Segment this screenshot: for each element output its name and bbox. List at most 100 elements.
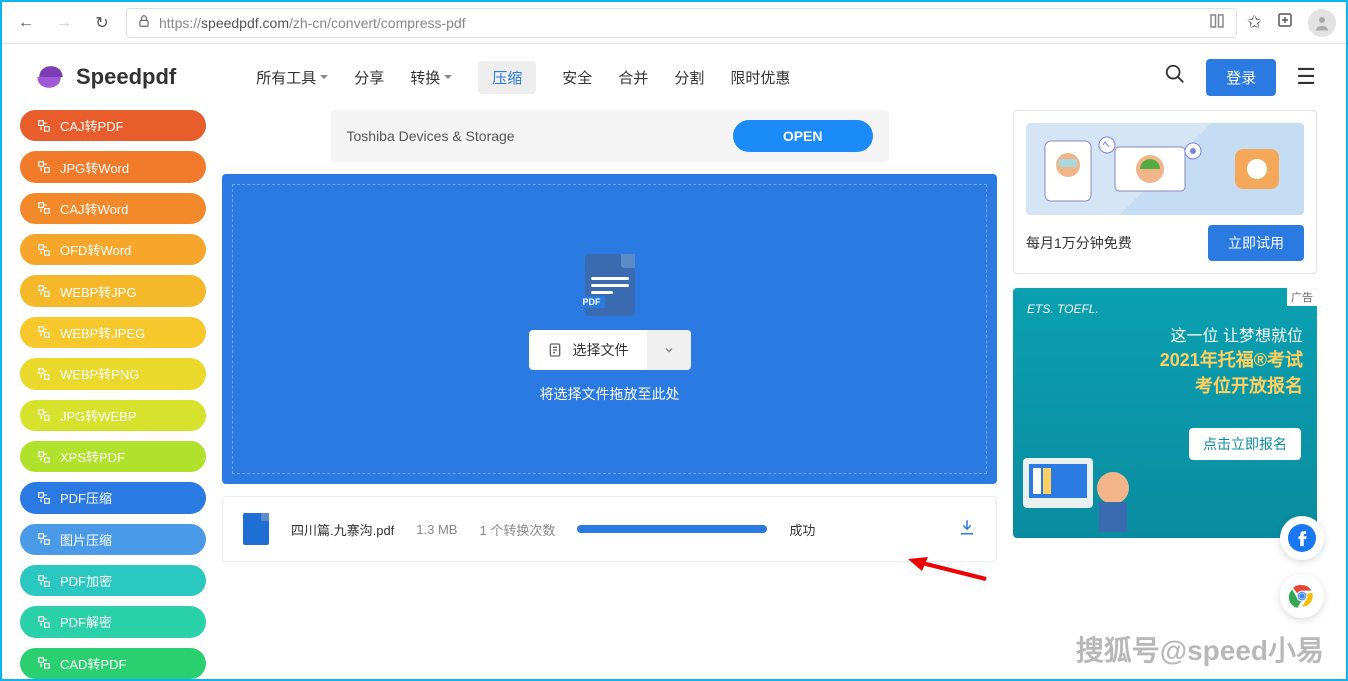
sidebar-item-label: WEBP转JPG <box>60 282 137 301</box>
ad-label: 广告 <box>1287 288 1317 306</box>
nav-share[interactable]: 分享 <box>354 61 384 94</box>
sidebar-item-label: CAD转PDF <box>60 654 126 673</box>
sidebar-item-6[interactable]: WEBP转PNG <box>20 358 206 389</box>
logo[interactable]: Speedpdf <box>32 59 176 95</box>
file-row: 四川篇.九寨沟.pdf 1.3 MB 1 个转换次数 成功 <box>222 496 997 562</box>
right-column: 每月1万分钟免费 立即试用 广告 ETS. TOEFL. 这一位 让梦想就位 2… <box>1013 110 1317 679</box>
sidebar-item-label: OFD转Word <box>60 240 131 259</box>
sidebar-item-label: PDF解密 <box>60 612 112 631</box>
lock-icon <box>137 14 151 31</box>
collections-icon[interactable] <box>1276 11 1294 34</box>
content: CAJ转PDF JPG转Word CAJ转Word OFD转Word WEBP转JPG W… <box>2 110 1346 679</box>
login-button[interactable]: 登录 <box>1206 59 1276 96</box>
search-icon[interactable] <box>1164 63 1186 91</box>
promo2-button[interactable]: 点击立即报名 <box>1189 428 1301 460</box>
sidebar-item-9[interactable]: PDF压缩 <box>20 482 206 513</box>
promo2-line2: 2021年托福®考试 <box>1027 346 1303 372</box>
sidebar-item-13[interactable]: CAD转PDF <box>20 648 206 679</box>
nav-secure[interactable]: 安全 <box>562 61 592 94</box>
sidebar-item-label: CAJ转PDF <box>60 116 124 135</box>
dropzone-hint: 将选择文件拖放至此处 <box>540 384 680 404</box>
convert-icon <box>36 573 52 589</box>
sidebar-item-label: 图片压缩 <box>60 530 112 549</box>
sidebar-item-7[interactable]: JPG转WEBP <box>20 400 206 431</box>
share-facebook-bubble[interactable] <box>1280 516 1324 560</box>
browser-right-icons: ✩ <box>1247 9 1336 37</box>
nav-menu: 所有工具 分享 转换 压缩 安全 合并 分割 限时优惠 <box>256 61 790 94</box>
annotation-arrow <box>908 557 988 583</box>
choose-file-button[interactable]: 选择文件 <box>529 330 647 370</box>
nav-split[interactable]: 分割 <box>674 61 704 94</box>
progress-bar <box>577 525 767 533</box>
main-column: Toshiba Devices & Storage OPEN PDF 选择文件 <box>222 110 997 679</box>
choose-file: 选择文件 <box>529 330 691 370</box>
convert-icon <box>36 283 52 299</box>
file-name: 四川篇.九寨沟.pdf <box>291 520 394 539</box>
convert-icon <box>36 200 52 216</box>
back-button[interactable]: ← <box>12 9 40 37</box>
promo1-illustration <box>1026 123 1304 215</box>
nav-merge[interactable]: 合并 <box>618 61 648 94</box>
convert-icon <box>36 531 52 547</box>
choose-file-dropdown[interactable] <box>647 330 691 370</box>
document-icon <box>547 342 563 358</box>
ad-text: Toshiba Devices & Storage <box>347 128 515 144</box>
convert-icon <box>36 366 52 382</box>
header-right: 登录 ☰ <box>1164 59 1316 96</box>
promo2-line3: 考位开放报名 <box>1027 372 1303 398</box>
file-status: 成功 <box>789 520 815 539</box>
sidebar-item-8[interactable]: XPS转PDF <box>20 441 206 472</box>
file-pdf-icon <box>243 513 269 545</box>
sidebar-item-label: PDF加密 <box>60 571 112 590</box>
sidebar-item-2[interactable]: CAJ转Word <box>20 193 206 224</box>
convert-icon <box>36 655 52 671</box>
sidebar-item-4[interactable]: WEBP转JPG <box>20 275 206 306</box>
promo2-brand: ETS. TOEFL. <box>1027 302 1303 316</box>
ad-banner[interactable]: Toshiba Devices & Storage OPEN <box>331 110 889 162</box>
nav-promo[interactable]: 限时优惠 <box>730 61 790 94</box>
refresh-button[interactable]: ↻ <box>88 9 116 37</box>
url-text: https://speedpdf.com/zh-cn/convert/compr… <box>159 15 1200 31</box>
address-bar[interactable]: https://speedpdf.com/zh-cn/convert/compr… <box>126 8 1237 38</box>
site-header: Speedpdf 所有工具 分享 转换 压缩 安全 合并 分割 限时优惠 登录 … <box>2 44 1346 110</box>
hamburger-icon[interactable]: ☰ <box>1296 64 1316 90</box>
promo-card-2[interactable]: 广告 ETS. TOEFL. 这一位 让梦想就位 2021年托福®考试 考位开放… <box>1013 288 1317 538</box>
sidebar: CAJ转PDF JPG转Word CAJ转Word OFD转Word WEBP转JPG W… <box>20 110 206 679</box>
sidebar-item-5[interactable]: WEBP转JPEG <box>20 317 206 348</box>
convert-icon <box>36 159 52 175</box>
file-size: 1.3 MB <box>416 522 457 537</box>
sidebar-item-1[interactable]: JPG转Word <box>20 151 206 182</box>
sidebar-item-12[interactable]: PDF解密 <box>20 606 206 637</box>
profile-avatar[interactable] <box>1308 9 1336 37</box>
sidebar-item-label: XPS转PDF <box>60 447 125 466</box>
chrome-extension-bubble[interactable] <box>1280 574 1324 618</box>
sidebar-item-10[interactable]: 图片压缩 <box>20 524 206 555</box>
promo1-text: 每月1万分钟免费 <box>1026 233 1132 253</box>
forward-button[interactable]: → <box>50 9 78 37</box>
convert-icon <box>36 407 52 423</box>
sidebar-item-11[interactable]: PDF加密 <box>20 565 206 596</box>
sidebar-item-3[interactable]: OFD转Word <box>20 234 206 265</box>
ad-open-button[interactable]: OPEN <box>733 120 873 152</box>
download-button[interactable] <box>958 518 976 541</box>
nav-convert[interactable]: 转换 <box>410 61 452 94</box>
nav-compress[interactable]: 压缩 <box>478 61 536 94</box>
promo1-button[interactable]: 立即试用 <box>1208 225 1304 261</box>
chevron-down-icon <box>663 344 675 356</box>
promo2-illustration <box>1013 418 1153 538</box>
dropzone-inner: PDF 选择文件 将选择文件拖放至此处 <box>232 184 987 474</box>
promo2-line1: 这一位 让梦想就位 <box>1027 322 1303 346</box>
promo-card-1[interactable]: 每月1万分钟免费 立即试用 <box>1013 110 1317 274</box>
convert-icon <box>36 614 52 630</box>
convert-icon <box>36 449 52 465</box>
nav-all-tools[interactable]: 所有工具 <box>256 61 328 94</box>
reader-icon[interactable] <box>1208 12 1226 33</box>
convert-icon <box>36 324 52 340</box>
convert-icon <box>36 490 52 506</box>
upload-dropzone[interactable]: PDF 选择文件 将选择文件拖放至此处 <box>222 174 997 484</box>
sidebar-item-label: JPG转WEBP <box>60 406 137 425</box>
file-conversions: 1 个转换次数 <box>479 520 555 539</box>
sidebar-item-0[interactable]: CAJ转PDF <box>20 110 206 141</box>
favorite-icon[interactable]: ✩ <box>1247 12 1262 33</box>
watermark-text: 搜狐号@speed小易 <box>1076 629 1324 669</box>
